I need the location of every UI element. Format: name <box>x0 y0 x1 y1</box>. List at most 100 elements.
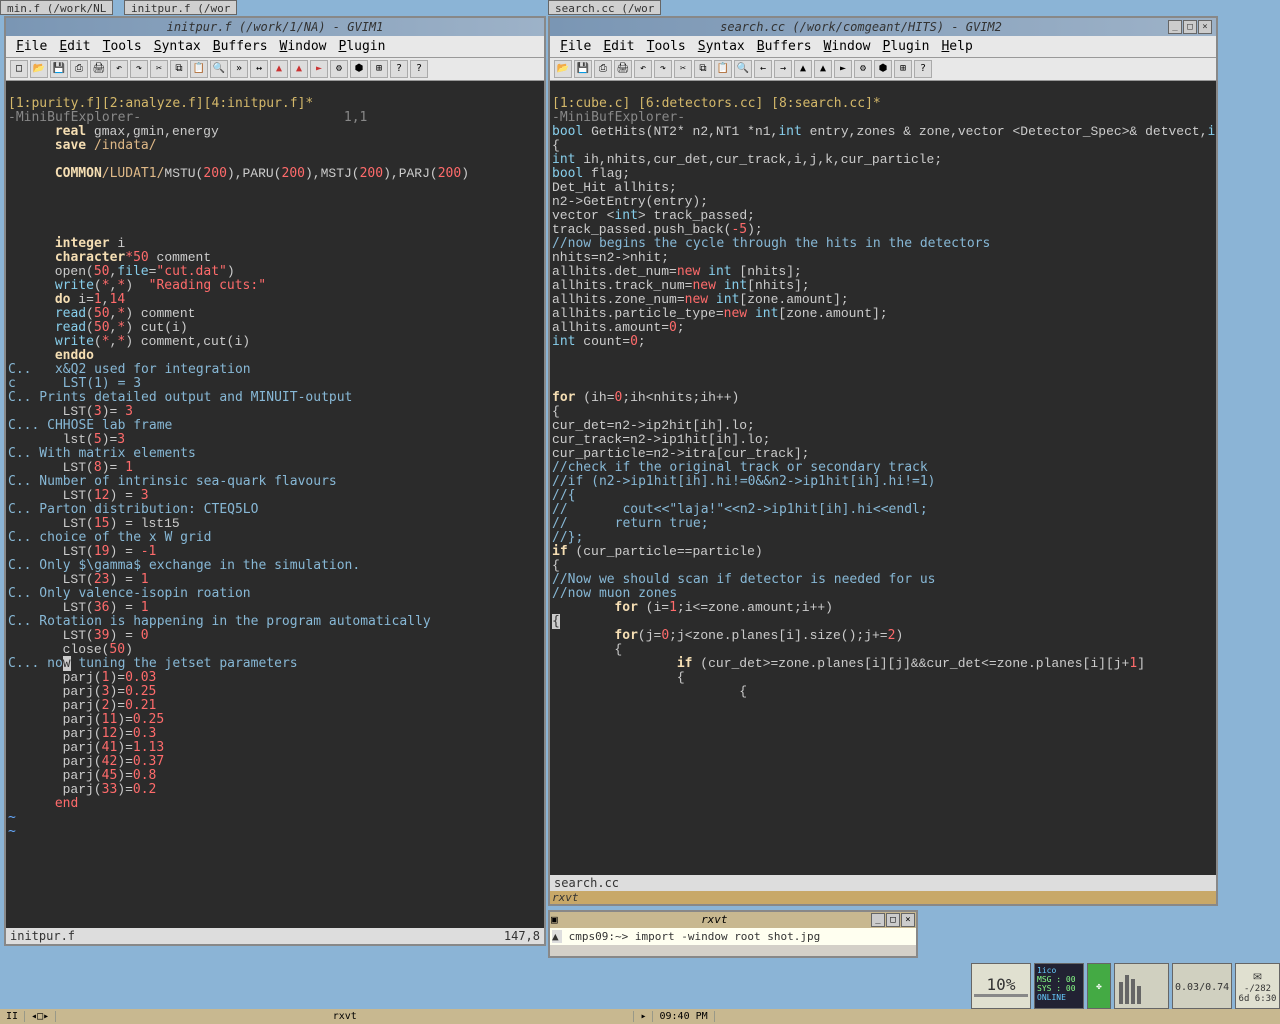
buffer-line2[interactable]: [1:cube.c] [6:detectors.cc] [8:search.cc… <box>552 96 881 111</box>
min-icon[interactable]: _ <box>871 913 885 927</box>
menu-plugin[interactable]: Plugin <box>879 38 934 55</box>
cpu-value: 10% <box>987 975 1016 994</box>
tb-saveall-icon[interactable]: ⎙ <box>594 60 612 78</box>
tb-help-icon[interactable]: ? <box>390 60 408 78</box>
maximize-icon[interactable]: □ <box>1183 20 1197 34</box>
tb-undo-icon[interactable]: ↶ <box>110 60 128 78</box>
menu-syntax[interactable]: Syntax <box>694 38 749 55</box>
tb-run-icon[interactable]: ► <box>834 60 852 78</box>
wm-tab-2[interactable]: initpur.f (/wor <box>124 0 237 15</box>
tb-open-icon[interactable]: 📂 <box>554 60 572 78</box>
gvim2-toolbar: 📂 💾 ⎙ 🖨 ↶ ↷ ✂ ⧉ 📋 🔍 ← → ▲ ▲ ► ⚙ ⬢ ⊞ ? <box>550 58 1216 81</box>
buffer-line[interactable]: [1:purity.f][2:analyze.f][4:initpur.f]* <box>8 96 313 111</box>
gvim1-menubar: File Edit Tools Syntax Buffers Window Pl… <box>6 36 544 58</box>
status-pos: 147,8 <box>504 929 540 943</box>
tb-print-icon[interactable]: 🖨 <box>614 60 632 78</box>
tb-make-icon[interactable]: ⚙ <box>330 60 348 78</box>
menu-buffers[interactable]: Buffers <box>753 38 816 55</box>
close-icon[interactable]: × <box>901 913 915 927</box>
max-icon[interactable]: □ <box>886 913 900 927</box>
tb-new-icon[interactable]: □ <box>10 60 28 78</box>
tb-shell-icon[interactable]: ⬢ <box>874 60 892 78</box>
tb-session-icon[interactable]: ▲ <box>270 60 288 78</box>
rxvt-title-text: rxvt <box>701 913 728 926</box>
tb-saveall-icon[interactable]: ⎙ <box>70 60 88 78</box>
tb-paste-icon[interactable]: 📋 <box>714 60 732 78</box>
rxvt-title[interactable]: ▣ rxvt _□× <box>550 912 916 928</box>
gvim1-editor[interactable]: [1:purity.f][2:analyze.f][4:initpur.f]* … <box>6 81 544 928</box>
tb-help-icon[interactable]: ? <box>914 60 932 78</box>
mode-indicator[interactable]: II <box>0 1011 25 1022</box>
tb-cut-icon[interactable]: ✂ <box>674 60 692 78</box>
clock[interactable]: 09:40 PM <box>653 1011 714 1022</box>
menu-tools[interactable]: Tools <box>643 38 690 55</box>
close-icon[interactable]: × <box>1198 20 1212 34</box>
menu-buffers[interactable]: Buffers <box>209 38 272 55</box>
gvim2-window: search.cc (/work/comgeant/HITS) - GVIM2 … <box>548 16 1218 906</box>
menu-help[interactable]: Help <box>937 38 976 55</box>
gvim2-titlebar[interactable]: search.cc (/work/comgeant/HITS) - GVIM2 … <box>550 18 1216 36</box>
tb-sess2-icon[interactable]: ▲ <box>290 60 308 78</box>
gvim2-status: search.cc <box>550 875 1216 891</box>
status-file2: search.cc <box>554 876 619 890</box>
net-applet[interactable]: 1ico MSG : 00 SYS : 00 ONLINE <box>1034 963 1084 1009</box>
system-tray: 10% 1ico MSG : 00 SYS : 00 ONLINE ✤ 0.03… <box>971 959 1280 1009</box>
menu-window[interactable]: Window <box>820 38 875 55</box>
wm-tab-3[interactable]: search.cc (/wor <box>548 0 661 15</box>
rxvt-term[interactable]: ▲ cmps09:~> import -window root shot.jpg <box>550 928 916 945</box>
tb-copy-icon[interactable]: ⧉ <box>170 60 188 78</box>
tb-redo-icon[interactable]: ↷ <box>130 60 148 78</box>
rxvt-prompt: cmps09:~> import -window root shot.jpg <box>569 930 821 943</box>
tb-make-icon[interactable]: ⚙ <box>854 60 872 78</box>
menu-edit[interactable]: Edit <box>55 38 94 55</box>
tb-sess-icon[interactable]: ▲ <box>794 60 812 78</box>
tb-help2-icon[interactable]: ? <box>410 60 428 78</box>
tb-redo-icon[interactable]: ↷ <box>654 60 672 78</box>
wm-tab-1[interactable]: min.f (/work/NL <box>0 0 113 15</box>
menu-edit[interactable]: Edit <box>599 38 638 55</box>
uptime: 6d 6:30 <box>1239 994 1277 1004</box>
gvim2-title: search.cc (/work/comgeant/HITS) - GVIM2 <box>720 20 1002 34</box>
pager[interactable]: ◂□▸ <box>25 1011 56 1022</box>
tb-save-icon[interactable]: 💾 <box>50 60 68 78</box>
clover-icon[interactable]: ✤ <box>1087 963 1111 1009</box>
tb-replace-icon[interactable]: ↔ <box>250 60 268 78</box>
mail-applet[interactable]: ✉ -/282 6d 6:30 <box>1235 963 1280 1009</box>
minimize-icon[interactable]: _ <box>1168 20 1182 34</box>
tb-fwd-icon[interactable]: → <box>774 60 792 78</box>
tb-find-icon[interactable]: 🔍 <box>210 60 228 78</box>
task-rxvt[interactable]: rxvt <box>56 1011 634 1022</box>
tb-findnext-icon[interactable]: » <box>230 60 248 78</box>
tb-tag-icon[interactable]: ⊞ <box>370 60 388 78</box>
tb-ctags-icon[interactable]: ⊞ <box>894 60 912 78</box>
net-online: ONLINE <box>1037 993 1081 1002</box>
mail-count: -/282 <box>1244 984 1271 994</box>
tb-run-icon[interactable]: ► <box>310 60 328 78</box>
mixer-applet[interactable] <box>1114 963 1169 1009</box>
tb-find-icon[interactable]: 🔍 <box>734 60 752 78</box>
tb-save-icon[interactable]: 💾 <box>574 60 592 78</box>
tb-sess2-icon[interactable]: ▲ <box>814 60 832 78</box>
menu-file[interactable]: File <box>12 38 51 55</box>
gvim2-editor[interactable]: [1:cube.c] [6:detectors.cc] [8:search.cc… <box>550 81 1216 875</box>
menu-tools[interactable]: Tools <box>99 38 146 55</box>
net-speed: 1ico <box>1037 966 1081 975</box>
gvim1-toolbar: □ 📂 💾 ⎙ 🖨 ↶ ↷ ✂ ⧉ 📋 🔍 » ↔ ▲ ▲ ► ⚙ ⬢ ⊞ ? … <box>6 58 544 81</box>
tb-open-icon[interactable]: 📂 <box>30 60 48 78</box>
tb-paste-icon[interactable]: 📋 <box>190 60 208 78</box>
tb-cut-icon[interactable]: ✂ <box>150 60 168 78</box>
taskbar: II ◂□▸ rxvt ▸ 09:40 PM <box>0 1009 1280 1024</box>
menu-window[interactable]: Window <box>276 38 331 55</box>
menu-file[interactable]: File <box>556 38 595 55</box>
tray-arrow-icon[interactable]: ▸ <box>634 1011 653 1022</box>
tb-shell-icon[interactable]: ⬢ <box>350 60 368 78</box>
menu-syntax[interactable]: Syntax <box>150 38 205 55</box>
tb-print-icon[interactable]: 🖨 <box>90 60 108 78</box>
tb-back-icon[interactable]: ← <box>754 60 772 78</box>
tb-undo-icon[interactable]: ↶ <box>634 60 652 78</box>
gvim1-titlebar[interactable]: initpur.f (/work/1/NA) - GVIM1 <box>6 18 544 36</box>
cpu-applet[interactable]: 10% <box>971 963 1031 1009</box>
tb-copy-icon[interactable]: ⧉ <box>694 60 712 78</box>
menu-plugin[interactable]: Plugin <box>335 38 390 55</box>
load-applet[interactable]: 0.03/0.74 <box>1172 963 1232 1009</box>
